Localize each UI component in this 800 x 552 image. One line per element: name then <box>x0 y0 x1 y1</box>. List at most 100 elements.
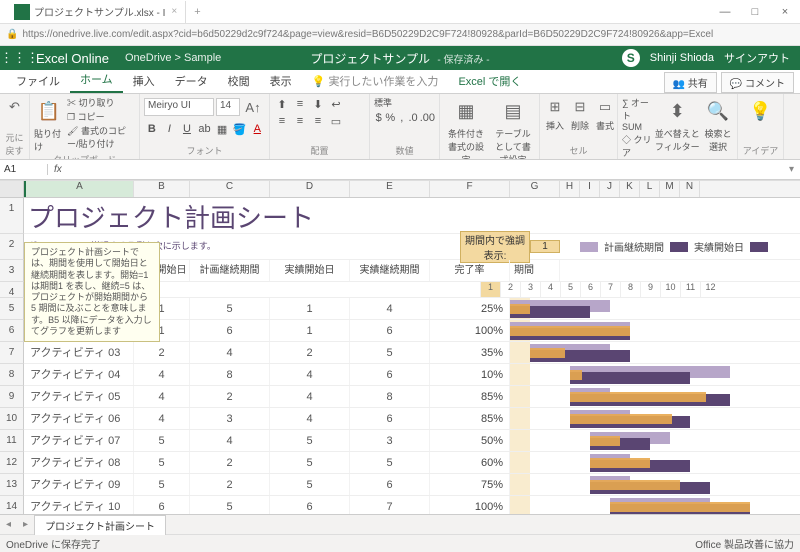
doc-name[interactable]: プロジェクトサンプル <box>310 52 430 66</box>
window-minimize-button[interactable]: — <box>710 6 740 18</box>
cond-format-icon[interactable]: ▦ <box>451 96 481 126</box>
row-header[interactable]: 9 <box>0 386 24 408</box>
data-row[interactable]: 13 アクティビティ 09 5 2 5 6 75% <box>0 474 800 496</box>
row-header[interactable]: 14 <box>0 496 24 514</box>
data-row[interactable]: 9 アクティビティ 05 4 2 4 8 85% <box>0 386 800 408</box>
dec-dec-icon[interactable]: .00 <box>420 110 435 126</box>
cut-button[interactable]: ✂ 切り取り <box>67 96 135 109</box>
col-G[interactable]: G <box>510 181 560 197</box>
data-row[interactable]: 7 アクティビティ 03 2 4 2 5 35% <box>0 342 800 364</box>
tab-view[interactable]: 表示 <box>260 69 302 93</box>
signout-link[interactable]: サインアウト <box>724 50 790 66</box>
row-header[interactable]: 1 <box>0 198 24 234</box>
row-header[interactable]: 11 <box>0 430 24 452</box>
row-header[interactable]: 12 <box>0 452 24 474</box>
find-select-icon[interactable]: 🔍 <box>703 96 733 126</box>
number-format-select[interactable]: 標準 <box>374 96 430 109</box>
tab-close-icon[interactable]: × <box>171 6 177 17</box>
undo-icon[interactable]: ↶ <box>4 96 25 118</box>
merge-icon[interactable]: ▭ <box>328 113 344 129</box>
strike-icon[interactable]: ab <box>197 121 213 137</box>
row-header[interactable]: 5 <box>0 298 24 320</box>
format-painter-button[interactable]: 🖌 書式のコピー/貼り付け <box>67 124 135 150</box>
clear-button[interactable]: ◇ クリア <box>622 133 652 159</box>
tab-insert[interactable]: 挿入 <box>123 69 165 93</box>
col-I[interactable]: I <box>580 181 600 197</box>
underline-icon[interactable]: U <box>179 121 195 137</box>
col-M[interactable]: M <box>660 181 680 197</box>
format-table-icon[interactable]: ▤ <box>498 96 528 126</box>
paste-icon[interactable]: 📋 <box>34 96 64 126</box>
row-header[interactable]: 8 <box>0 364 24 386</box>
user-name[interactable]: Shinji Shioda <box>650 52 714 64</box>
fx-icon[interactable]: fx <box>48 164 68 175</box>
row-header[interactable]: 7 <box>0 342 24 364</box>
format-cells-icon[interactable]: ▭ <box>594 96 616 118</box>
data-row[interactable]: 14 アクティビティ 10 6 5 6 7 100% <box>0 496 800 514</box>
skype-icon[interactable]: S <box>622 49 640 67</box>
insert-cells-icon[interactable]: ⊞ <box>544 96 566 118</box>
row-header[interactable]: 3 <box>0 260 24 282</box>
copy-button[interactable]: ❐ コピー <box>67 110 135 123</box>
row-header[interactable]: 2 <box>0 234 24 260</box>
comments-button[interactable]: 💬 コメント <box>721 72 794 93</box>
col-H[interactable]: H <box>560 181 580 197</box>
wrap-text-icon[interactable]: ↩ <box>328 96 344 112</box>
status-right[interactable]: Office 製品改善に協力 <box>695 536 794 551</box>
comma-icon[interactable]: , <box>397 110 406 126</box>
col-J[interactable]: J <box>600 181 620 197</box>
tab-data[interactable]: データ <box>165 69 218 93</box>
new-tab-button[interactable]: + <box>186 6 208 18</box>
increase-font-icon[interactable]: A↑ <box>242 96 264 118</box>
col-E[interactable]: E <box>350 181 430 197</box>
row-header[interactable]: 13 <box>0 474 24 496</box>
browser-tab[interactable]: プロジェクトサンプル.xlsx - I × <box>0 1 186 23</box>
window-maximize-button[interactable]: □ <box>740 6 770 18</box>
data-row[interactable]: 11 アクティビティ 07 5 4 5 3 50% <box>0 430 800 452</box>
highlight-value[interactable]: 1 <box>530 240 560 253</box>
align-left-icon[interactable]: ≡ <box>274 113 290 129</box>
spreadsheet-grid[interactable]: A B C D E F G H I J K L M N 1 プロジェクト計画シー… <box>0 180 800 514</box>
font-size-select[interactable]: 14 <box>216 98 240 116</box>
row-header[interactable]: 10 <box>0 408 24 430</box>
row-header[interactable]: 4 <box>0 282 24 298</box>
col-N[interactable]: N <box>680 181 700 197</box>
delete-cells-icon[interactable]: ⊟ <box>569 96 591 118</box>
col-B[interactable]: B <box>134 181 190 197</box>
font-color-icon[interactable]: A <box>249 121 265 137</box>
col-L[interactable]: L <box>640 181 660 197</box>
breadcrumb[interactable]: OneDrive > Sample <box>117 52 229 64</box>
tab-review[interactable]: 校閲 <box>218 69 260 93</box>
col-K[interactable]: K <box>620 181 640 197</box>
align-bot-icon[interactable]: ⬇ <box>310 96 326 112</box>
tab-file[interactable]: ファイル <box>6 69 70 93</box>
row-header[interactable]: 6 <box>0 320 24 342</box>
col-C[interactable]: C <box>190 181 270 197</box>
currency-icon[interactable]: $ <box>374 110 383 126</box>
tell-me-input[interactable]: 💡 実行したい作業を入力 <box>302 69 449 93</box>
dec-inc-icon[interactable]: .0 <box>408 110 417 126</box>
bold-icon[interactable]: B <box>144 121 160 137</box>
sort-filter-icon[interactable]: ⬍ <box>662 96 692 126</box>
select-all-corner[interactable] <box>0 181 24 197</box>
fill-color-icon[interactable]: 🪣 <box>232 121 248 137</box>
italic-icon[interactable]: I <box>162 121 178 137</box>
app-launcher-icon[interactable]: ⋮⋮⋮ <box>0 50 28 66</box>
name-box[interactable]: A1 <box>0 164 48 175</box>
data-row[interactable]: 12 アクティビティ 08 5 2 5 5 60% <box>0 452 800 474</box>
align-center-icon[interactable]: ≡ <box>292 113 308 129</box>
window-close-button[interactable]: × <box>770 6 800 18</box>
open-in-excel[interactable]: Excel で開く <box>448 69 531 93</box>
sheet-tab[interactable]: プロジェクト計画シート <box>34 515 166 535</box>
col-D[interactable]: D <box>270 181 350 197</box>
percent-icon[interactable]: % <box>385 110 395 126</box>
col-A[interactable]: A <box>24 181 134 197</box>
align-mid-icon[interactable]: ≡ <box>292 96 308 112</box>
data-row[interactable]: 8 アクティビティ 04 4 8 4 6 10% <box>0 364 800 386</box>
font-name-select[interactable]: Meiryo UI <box>144 98 214 116</box>
formula-expand-icon[interactable]: ▾ <box>783 164 800 175</box>
tab-home[interactable]: ホーム <box>70 67 123 93</box>
border-icon[interactable]: ▦ <box>214 121 230 137</box>
data-row[interactable]: 10 アクティビティ 06 4 3 4 6 85% <box>0 408 800 430</box>
share-button[interactable]: 👥 共有 <box>664 72 717 93</box>
